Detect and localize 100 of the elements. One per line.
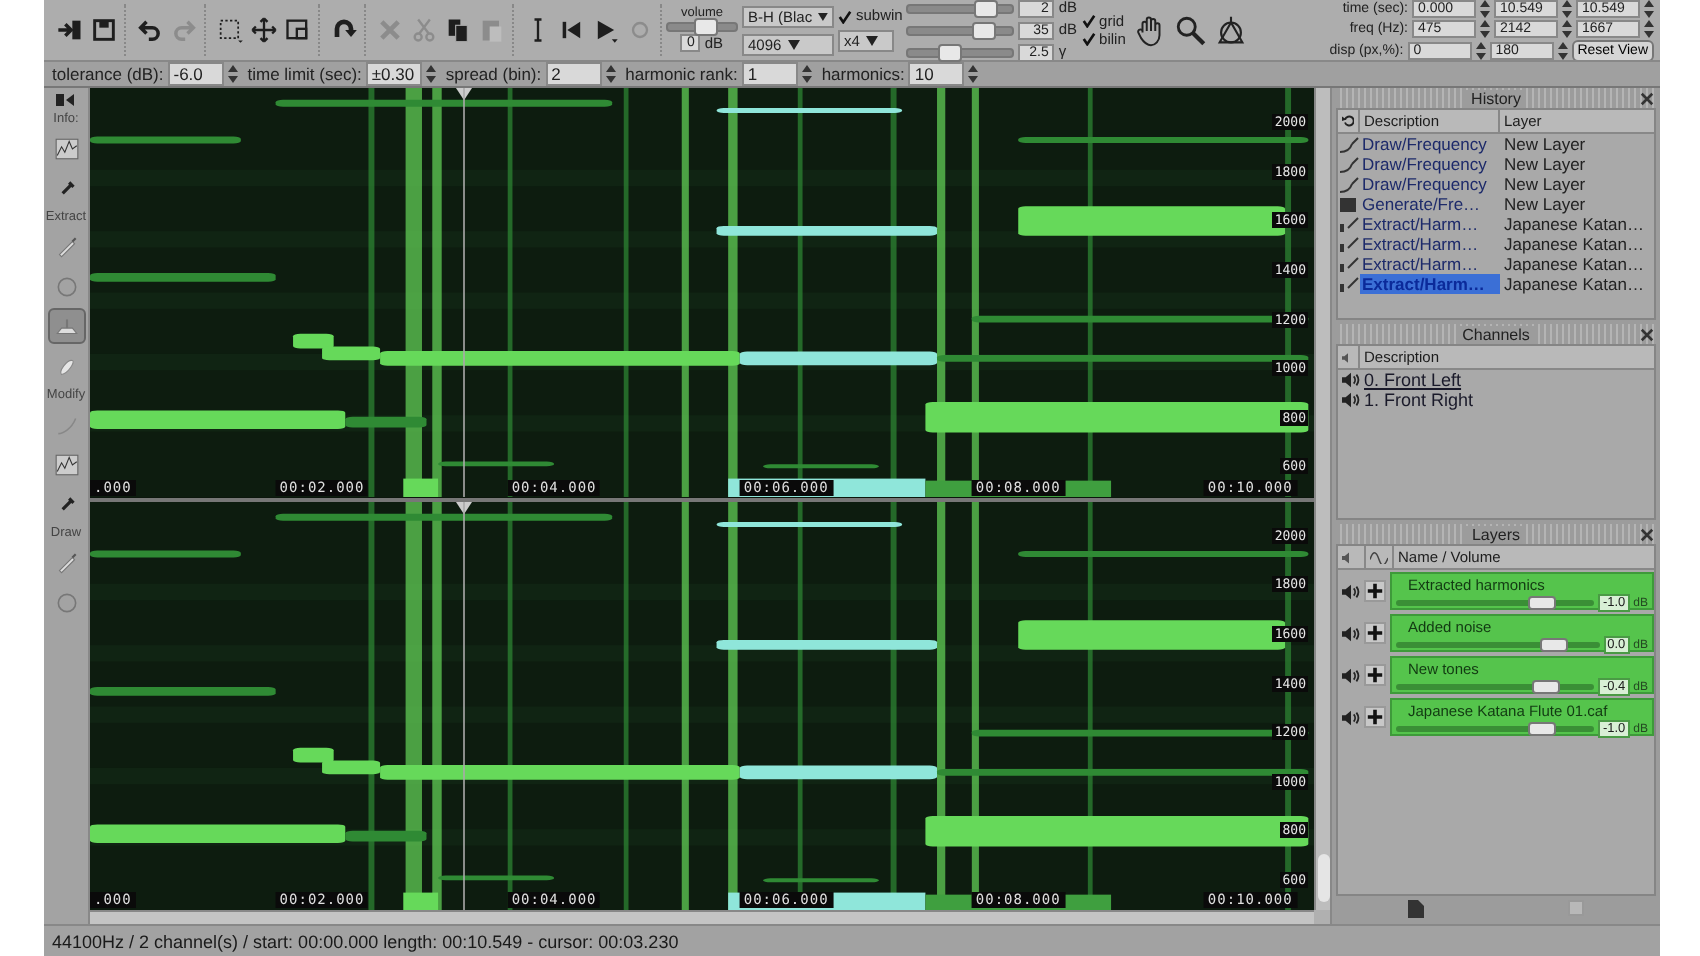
scrollbar-corner: [1314, 910, 1330, 924]
history-layer: New Layer: [1502, 154, 1586, 174]
move-icon[interactable]: [250, 16, 278, 44]
skip-back-icon[interactable]: [558, 16, 586, 44]
history-description[interactable]: Draw/Frequency: [1360, 174, 1500, 194]
new-layer-icon[interactable]: [1408, 899, 1424, 917]
status-text: 44100Hz / 2 channel(s) / start: 00:00.000 length: 00:10.549 - cursor: 00:03.230: [44, 924, 1660, 956]
play-icon[interactable]: [592, 16, 620, 44]
display-slider[interactable]: [906, 3, 1015, 13]
stepper-icon[interactable]: [1562, 0, 1572, 17]
add-button[interactable]: [1364, 580, 1386, 602]
undo-icon[interactable]: [136, 16, 164, 44]
save-icon[interactable]: [90, 16, 118, 44]
circle-icon: [53, 273, 79, 299]
checkbox[interactable]: [1081, 13, 1096, 28]
option-label: tolerance (dB):: [52, 65, 164, 83]
pencil-stroke-icon: [1338, 155, 1360, 173]
circle-icon: [53, 589, 79, 615]
speaker-icon[interactable]: [1342, 709, 1360, 725]
history-layer: New Layer: [1502, 194, 1586, 214]
stepper-icon[interactable]: [1480, 0, 1490, 17]
history-description[interactable]: Generate/Fre…: [1360, 194, 1500, 214]
slider-thumb[interactable]: [1539, 638, 1568, 652]
resize-icon[interactable]: [284, 16, 312, 44]
add-button[interactable]: [1364, 622, 1386, 644]
close-icon[interactable]: [1640, 527, 1654, 541]
revert-icon[interactable]: [1342, 114, 1354, 128]
option-label: harmonic rank:: [625, 65, 738, 83]
option-field[interactable]: 2: [545, 62, 602, 86]
stepper-icon[interactable]: [1480, 19, 1490, 37]
history-description[interactable]: Extract/Harm…: [1360, 234, 1500, 254]
checkbox[interactable]: [1081, 32, 1096, 47]
slider-thumb[interactable]: [693, 18, 718, 37]
slider-thumb[interactable]: [974, 0, 999, 17]
caret-icon: [818, 11, 828, 21]
option-field[interactable]: -6.0: [167, 62, 224, 86]
stepper-icon[interactable]: [1562, 19, 1572, 37]
history-description[interactable]: Extract/Harm…: [1360, 214, 1500, 234]
bar-pencil-icon: [1338, 275, 1360, 293]
slider-thumb[interactable]: [1532, 680, 1561, 694]
history-layer: Japanese Katan…: [1502, 234, 1644, 254]
volume-slider[interactable]: [666, 22, 738, 33]
history-description[interactable]: Extract/Harm…: [1360, 254, 1500, 274]
copy-icon[interactable]: [444, 16, 472, 44]
stepper-icon[interactable]: [1644, 19, 1654, 37]
panel-title: Layers: [1465, 525, 1526, 543]
channel-name[interactable]: 0. Front Left: [1364, 370, 1462, 390]
slider-thumb[interactable]: [971, 21, 996, 39]
stepper-icon[interactable]: [1644, 0, 1654, 17]
slider-thumb[interactable]: [1528, 722, 1557, 736]
import-icon[interactable]: [56, 16, 84, 44]
horizontal-scrollbar[interactable]: [90, 910, 1314, 924]
add-button[interactable]: [1364, 706, 1386, 728]
brush-icon: [53, 549, 79, 575]
checkbox[interactable]: [838, 9, 852, 23]
vertical-scrollbar[interactable]: [1314, 88, 1330, 910]
stamp-icon: [53, 313, 79, 339]
speaker-icon[interactable]: [1342, 667, 1360, 683]
bar-pencil-icon: [1338, 215, 1360, 233]
tool-button[interactable]: [47, 308, 85, 344]
wave-icon: [1370, 551, 1388, 563]
layer-volume-slider[interactable]: [1396, 726, 1595, 732]
playhead-marker[interactable]: [456, 501, 473, 910]
bar-pencil-icon: [1338, 235, 1360, 253]
speaker-icon[interactable]: [1342, 392, 1360, 408]
layer-volume-slider[interactable]: [1396, 600, 1595, 606]
channel-name[interactable]: 1. Front Right: [1364, 390, 1474, 410]
option-field[interactable]: 1: [741, 62, 798, 86]
add-button[interactable]: [1364, 664, 1386, 686]
speaker-icon[interactable]: [1342, 625, 1360, 641]
option-label: spread (bin):: [445, 65, 542, 83]
option-label: time limit (sec):: [247, 65, 362, 83]
zoom-icon[interactable]: [1173, 13, 1208, 47]
pencil-stroke-icon: [1338, 175, 1360, 193]
layer-volume-slider[interactable]: [1396, 684, 1595, 690]
spectrum-icon: [53, 135, 79, 161]
panel-title: Channels: [1456, 325, 1536, 343]
triangle-circle-icon[interactable]: [1213, 13, 1248, 47]
close-icon[interactable]: [1640, 91, 1654, 105]
close-icon[interactable]: [1640, 327, 1654, 341]
brush-icon: [53, 233, 79, 259]
panel-title: History: [1465, 89, 1527, 107]
slider-thumb[interactable]: [1528, 596, 1557, 610]
display-slider[interactable]: [906, 25, 1015, 35]
speaker-icon[interactable]: [1342, 372, 1360, 388]
caret-icon: [787, 39, 800, 49]
playhead-marker[interactable]: [456, 88, 473, 497]
speaker-icon: [1342, 351, 1354, 363]
rect-select-icon[interactable]: [216, 16, 244, 44]
collapse-icon[interactable]: [56, 92, 76, 108]
speaker-icon[interactable]: [1342, 583, 1360, 599]
slider-thumb[interactable]: [938, 43, 963, 61]
spectrum-icon: [53, 451, 79, 477]
history-description[interactable]: Draw/Frequency: [1360, 134, 1500, 154]
option-field[interactable]: 10: [908, 62, 965, 86]
layer-volume-slider[interactable]: [1396, 642, 1600, 648]
history-layer: New Layer: [1502, 134, 1586, 154]
history-layer: Japanese Katan…: [1502, 274, 1644, 294]
option-field[interactable]: ±0.30: [365, 62, 422, 86]
history-description[interactable]: Draw/Frequency: [1360, 154, 1500, 174]
